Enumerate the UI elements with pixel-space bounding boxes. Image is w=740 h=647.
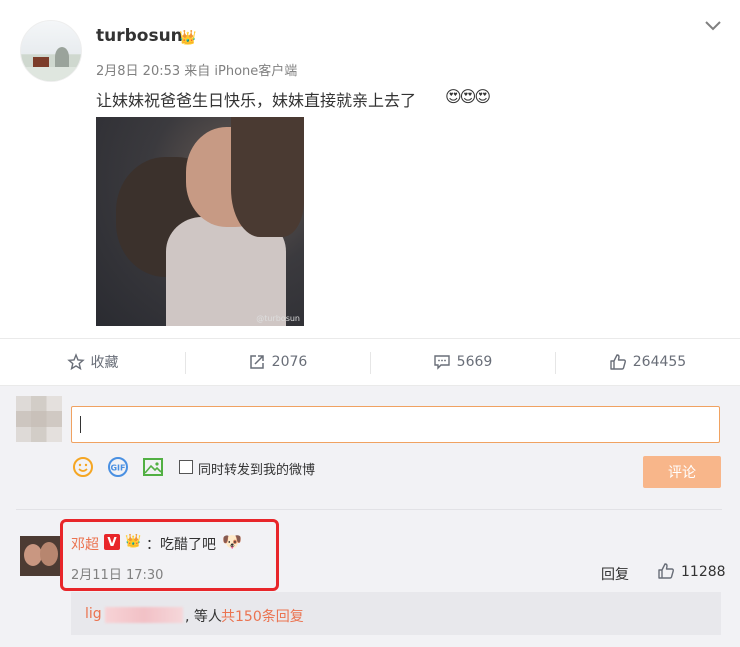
reply-preview-suffix: , 等人	[185, 609, 222, 625]
comment-button[interactable]: 5669	[370, 339, 555, 385]
repost-checkbox[interactable]	[179, 460, 193, 474]
avatar-face-right	[40, 542, 58, 566]
chevron-down-icon[interactable]	[703, 18, 723, 34]
avatar-ground	[21, 67, 81, 81]
redacted-username	[105, 607, 183, 623]
avatar-tree	[55, 47, 69, 67]
favorite-button[interactable]: 收藏	[0, 339, 185, 385]
reply-preview[interactable]: lig , 等人 共150条回复	[71, 592, 721, 635]
star-icon	[66, 353, 85, 371]
comment-like-count: 11288	[681, 564, 726, 580]
crown-icon: 👑	[179, 30, 197, 46]
submit-comment-button[interactable]: 评论	[643, 456, 721, 488]
author-name[interactable]: turbosun	[96, 26, 183, 46]
verified-v-icon: V	[104, 534, 120, 550]
avatar-hut	[33, 57, 49, 67]
current-user-avatar	[16, 396, 62, 442]
crown-icon: 👑	[125, 534, 142, 549]
like-count: 264455	[632, 354, 687, 370]
repost-button[interactable]: 2076	[185, 339, 370, 385]
thumbs-up-icon[interactable]	[657, 562, 675, 580]
comment-count: 5669	[456, 354, 493, 370]
reply-preview-user[interactable]: lig	[85, 606, 102, 622]
action-bar: 收藏 2076 5669 264455	[0, 338, 740, 386]
photo-watermark: @turbosun	[256, 314, 300, 323]
post-meta: 2月8日 20:53 来自 iPhone客户端	[96, 64, 298, 79]
svg-text:GIF: GIF	[110, 464, 125, 473]
smile-icon[interactable]	[72, 456, 94, 478]
photo-figure-girl-hair	[231, 117, 304, 237]
author-avatar[interactable]	[20, 20, 82, 82]
comment-time: 2月11日 17:30	[71, 568, 164, 583]
divider	[16, 509, 722, 510]
commenter-name[interactable]: 邓超	[71, 534, 99, 554]
comment-text: ：吃醋了吧	[146, 537, 216, 553]
post-text: 让妹妹祝爸爸生日快乐，妹妹直接就亲上去了	[96, 91, 417, 110]
text-caret	[80, 416, 81, 433]
reply-preview-total[interactable]: 共150条回复	[221, 606, 304, 626]
repost-count: 2076	[271, 354, 308, 370]
comment-section: GIF 同时转发到我的微博 评论 邓超 V 👑 ：吃醋了吧 🐶 2月11日 17…	[0, 386, 740, 647]
comment-icon	[433, 355, 450, 370]
thumbs-up-icon	[610, 354, 626, 370]
comment-input[interactable]	[71, 406, 720, 443]
post-photo[interactable]: @turbosun	[96, 117, 304, 326]
favorite-label: 收藏	[90, 355, 119, 371]
reply-button[interactable]: 回复	[601, 564, 629, 584]
gif-icon[interactable]: GIF	[107, 456, 129, 478]
image-icon[interactable]	[142, 456, 164, 478]
repost-checkbox-label: 同时转发到我的微博	[198, 463, 316, 478]
commenter-avatar[interactable]	[20, 536, 60, 576]
comment-emoji: 🐶	[222, 532, 242, 551]
share-icon	[249, 355, 264, 369]
like-button[interactable]: 264455	[555, 339, 740, 385]
post-emojis: 😍😍😍	[445, 87, 491, 106]
